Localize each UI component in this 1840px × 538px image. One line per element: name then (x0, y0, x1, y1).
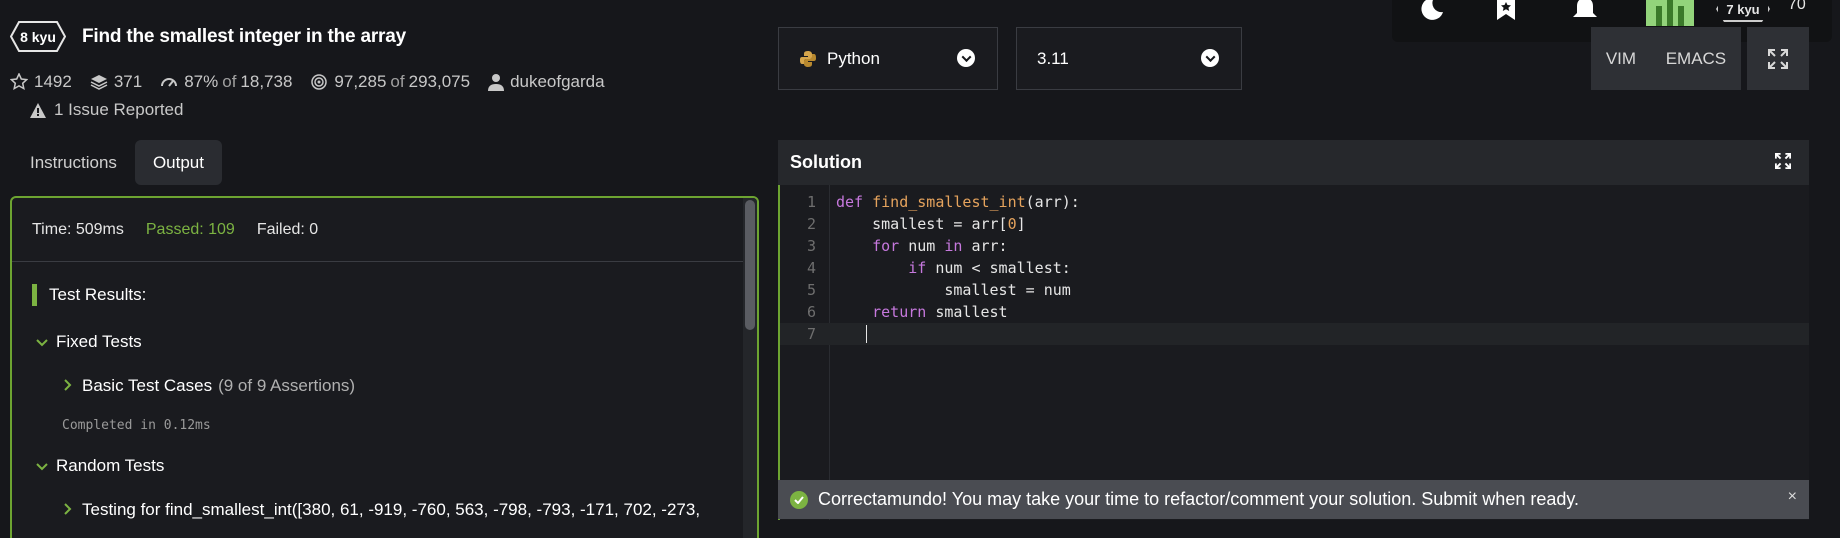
completions-stat: 97,285 of 293,075 (310, 72, 470, 92)
python-icon (800, 50, 816, 67)
fixed-tests-group[interactable]: Fixed Tests (36, 332, 142, 352)
code-line: 6 return smallest (806, 303, 1008, 321)
bookmark-icon[interactable] (1495, 0, 1517, 27)
user-icon (488, 74, 505, 91)
solution-header: Solution (778, 140, 1809, 185)
kata-stats: 1492 371 87% of 18,738 97,285 of 293,075… (10, 72, 623, 92)
warning-icon (30, 102, 46, 118)
code-line: 3 for num in arr: (806, 237, 1008, 255)
page-title: Find the smallest integer in the array (82, 26, 406, 47)
editor-mode-group: VIM EMACS (1591, 27, 1741, 90)
check-circle-icon (790, 490, 808, 509)
chevron-right-icon (64, 502, 72, 518)
chevron-right-icon (64, 378, 72, 394)
left-panel-tabs: Instructions Output (12, 140, 222, 185)
run-time: Time: 509ms (32, 220, 124, 238)
toast-message: Correctamundo! You may take your time to… (818, 489, 1580, 509)
user-honor: 70 (1788, 0, 1806, 13)
version-select[interactable]: 3.11 (1016, 27, 1242, 90)
output-panel: Time: 509ms Passed: 109 Failed: 0 Test R… (10, 196, 759, 538)
output-summary: Time: 509ms Passed: 109 Failed: 0 (12, 198, 747, 262)
expand-icon (1768, 48, 1788, 69)
expand-icon[interactable] (1774, 152, 1792, 174)
results-accent-bar (32, 284, 37, 306)
avatar[interactable] (1646, 0, 1694, 26)
language-select[interactable]: Python (778, 27, 998, 90)
code-line: 4 if num < smallest: (806, 259, 1071, 277)
random-test-case[interactable]: Testing for find_smallest_int([380, 61, … (64, 500, 700, 520)
notifications-bell-icon[interactable] (1571, 0, 1599, 27)
stars-stat[interactable]: 1492 (10, 72, 72, 92)
satisfaction-stat: 87% of 18,738 (160, 72, 292, 92)
issues-link[interactable]: 1 Issue Reported (30, 100, 183, 120)
test-results-heading: Test Results: (32, 284, 146, 306)
completed-time: Completed in 0.12ms (62, 418, 211, 433)
tab-output[interactable]: Output (134, 140, 222, 185)
emacs-mode-button[interactable]: EMACS (1666, 49, 1726, 69)
code-editor[interactable]: 1 def find_smallest_int(arr): 2 smallest… (778, 185, 1809, 520)
target-icon (311, 74, 328, 90)
vim-mode-button[interactable]: VIM (1606, 49, 1636, 69)
success-toast: Correctamundo! You may take your time to… (778, 480, 1809, 519)
dark-mode-icon[interactable] (1418, 0, 1444, 27)
user-rank-badge: 7 kyu (1716, 0, 1770, 22)
kata-rank-badge: 8 kyu (20, 28, 56, 45)
output-scrollbar[interactable] (743, 198, 757, 538)
close-icon[interactable]: × (1788, 488, 1797, 506)
author-link[interactable]: dukeofgarda (488, 72, 605, 92)
failed-count: Failed: 0 (256, 220, 319, 238)
scrollbar-thumb[interactable] (745, 200, 755, 330)
current-code-line: 7 (780, 323, 1809, 345)
tab-instructions[interactable]: Instructions (12, 140, 135, 185)
chevron-down-icon (36, 334, 48, 350)
solution-panel: Solution 1 def find_smallest_int(arr): 2… (778, 140, 1809, 520)
gauge-icon (161, 78, 178, 87)
passed-count: Passed: 109 (145, 220, 235, 238)
layers-icon (90, 75, 108, 90)
chevron-down-icon (36, 458, 48, 474)
chevron-down-icon (957, 49, 975, 67)
basic-test-cases[interactable]: Basic Test Cases (9 of 9 Assertions) (64, 376, 355, 396)
collections-stat[interactable]: 371 (90, 72, 142, 92)
star-icon (10, 73, 28, 91)
text-cursor (866, 325, 867, 343)
random-tests-group[interactable]: Random Tests (36, 456, 164, 476)
fullscreen-button[interactable] (1747, 27, 1809, 90)
code-line: 1 def find_smallest_int(arr): (806, 193, 1080, 211)
chevron-down-icon (1201, 49, 1219, 67)
code-line: 5 smallest = num (806, 281, 1071, 299)
code-line: 2 smallest = arr[0] (806, 215, 1026, 233)
